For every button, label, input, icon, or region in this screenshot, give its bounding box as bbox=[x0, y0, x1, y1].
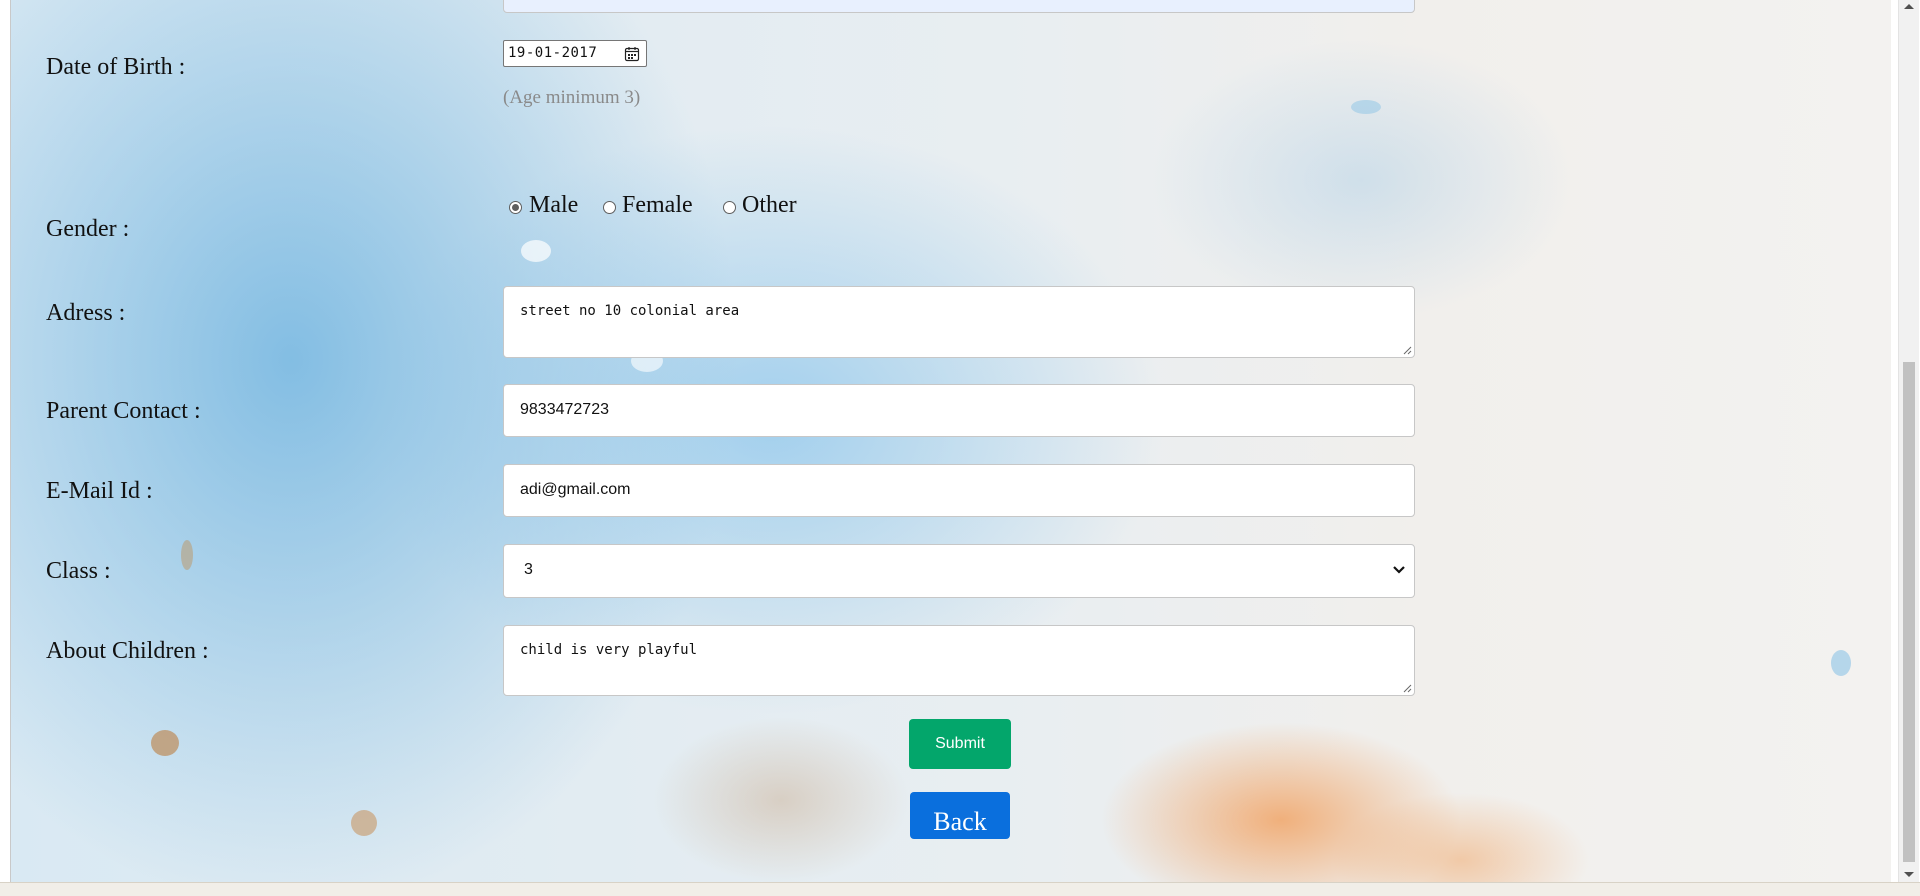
email-value: adi@gmail.com bbox=[520, 481, 631, 498]
parent-contact-value: 9833472723 bbox=[520, 401, 609, 418]
radio-female[interactable] bbox=[603, 201, 616, 214]
calendar-icon[interactable] bbox=[624, 46, 640, 62]
address-textarea[interactable]: street no 10 colonial area bbox=[503, 286, 1415, 358]
gender-other-label: Other bbox=[742, 192, 797, 218]
chevron-down-icon[interactable] bbox=[1392, 565, 1406, 575]
about-children-label: About Children : bbox=[46, 638, 209, 664]
vertical-scrollbar[interactable] bbox=[1898, 0, 1919, 882]
resize-grip-icon[interactable] bbox=[1402, 683, 1412, 693]
back-button[interactable]: Back bbox=[910, 792, 1010, 839]
parent-contact-label: Parent Contact : bbox=[46, 398, 201, 424]
class-select[interactable]: 3 bbox=[503, 544, 1415, 598]
background-splat bbox=[181, 540, 193, 570]
email-label: E-Mail Id : bbox=[46, 478, 153, 504]
dob-date-input[interactable]: 19-01-2017 bbox=[503, 40, 647, 67]
background-splat bbox=[1831, 650, 1851, 676]
background-splat bbox=[521, 240, 551, 262]
previous-field[interactable] bbox=[503, 0, 1415, 13]
gender-male-label: Male bbox=[529, 192, 579, 218]
scroll-up-icon[interactable] bbox=[1904, 4, 1914, 9]
background-splat bbox=[351, 810, 377, 836]
scroll-down-icon[interactable] bbox=[1904, 872, 1914, 877]
dob-label: Date of Birth : bbox=[46, 54, 186, 80]
window-bottom-edge bbox=[0, 882, 1920, 896]
age-hint: (Age minimum 3) bbox=[503, 87, 641, 108]
dob-value: 19-01-2017 bbox=[508, 45, 598, 61]
scroll-thumb[interactable] bbox=[1903, 362, 1915, 862]
about-children-value: child is very playful bbox=[520, 642, 698, 658]
address-label: Adress : bbox=[46, 300, 126, 326]
gender-label: Gender : bbox=[46, 216, 130, 242]
resize-grip-icon[interactable] bbox=[1402, 345, 1412, 355]
radio-other[interactable] bbox=[723, 201, 736, 214]
background-splat bbox=[151, 730, 179, 756]
address-value: street no 10 colonial area bbox=[520, 303, 740, 319]
parent-contact-input[interactable]: 9833472723 bbox=[503, 384, 1415, 437]
class-label: Class : bbox=[46, 558, 111, 584]
page-viewport: Date of Birth : 19-01-2017 (Age minimum … bbox=[10, 0, 1891, 882]
email-input[interactable]: adi@gmail.com bbox=[503, 464, 1415, 517]
submit-button[interactable]: Submit bbox=[909, 719, 1011, 769]
gender-female-label: Female bbox=[622, 192, 693, 218]
about-children-textarea[interactable]: child is very playful bbox=[503, 625, 1415, 696]
class-value: 3 bbox=[524, 561, 533, 578]
radio-male[interactable] bbox=[509, 201, 522, 214]
background-splat bbox=[1351, 100, 1381, 114]
